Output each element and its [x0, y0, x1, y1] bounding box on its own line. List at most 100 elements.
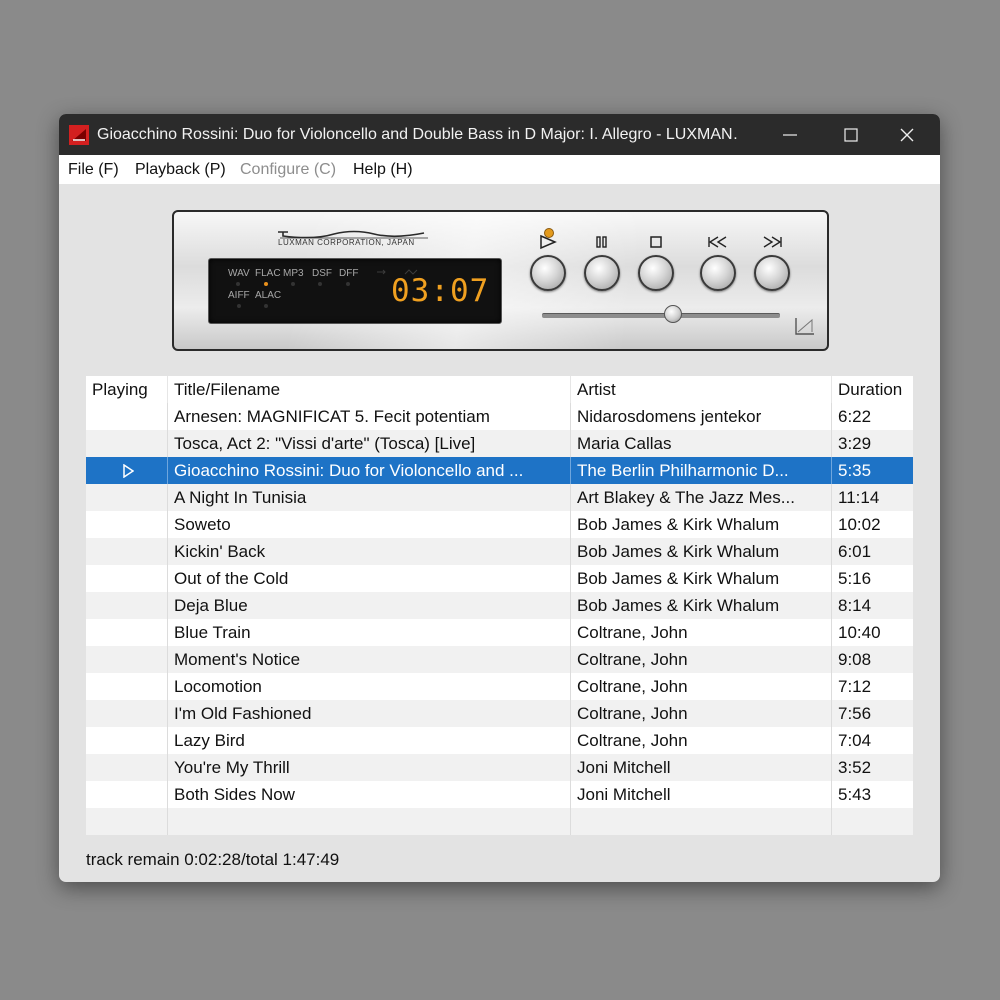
now-playing-icon — [123, 464, 134, 478]
app-window: Gioacchino Rossini: Duo for Violoncello … — [59, 114, 940, 882]
playing-cell — [86, 754, 168, 781]
format-mp3-indicator — [291, 282, 295, 286]
lcd-display: WAV FLAC MP3 DSF DFF AIFF ALAC 03:07 — [208, 258, 502, 324]
close-icon — [900, 128, 914, 142]
table-row[interactable]: Both Sides Now Joni Mitchell 5:43 — [86, 781, 913, 808]
artist-cell: Joni Mitchell — [571, 754, 832, 781]
title-cell: A Night In Tunisia — [168, 484, 571, 511]
playing-cell — [86, 808, 168, 835]
previous-button[interactable] — [700, 255, 736, 291]
duration-cell: 6:01 — [838, 542, 872, 561]
format-dff-indicator — [346, 282, 350, 286]
playing-cell — [86, 457, 168, 484]
artist-cell: Coltrane, John — [571, 700, 832, 727]
column-header-title[interactable]: Title/Filename — [168, 376, 571, 403]
seek-track[interactable] — [542, 313, 780, 318]
column-header-duration[interactable]: Duration — [832, 376, 913, 403]
format-aiff-label: AIFF — [228, 290, 250, 301]
table-row[interactable]: Kickin' Back Bob James & Kirk Whalum 6:01 — [86, 538, 913, 565]
artist-cell: The Berlin Philharmonic D... — [571, 457, 832, 484]
table-row[interactable]: Tosca, Act 2: "Vissi d'arte" (Tosca) [Li… — [86, 430, 913, 457]
maximize-button[interactable] — [821, 114, 881, 155]
previous-icon — [708, 236, 727, 248]
table-row[interactable]: Out of the Cold Bob James & Kirk Whalum 5:… — [86, 565, 913, 592]
elapsed-time: 03:07 — [391, 273, 490, 309]
artist-cell — [571, 808, 832, 835]
playing-cell — [86, 403, 168, 430]
title-bar[interactable]: Gioacchino Rossini: Duo for Violoncello … — [59, 114, 940, 155]
title-cell: Locomotion — [168, 673, 571, 700]
close-button[interactable] — [877, 114, 937, 155]
playing-cell — [86, 484, 168, 511]
duration-cell: 9:08 — [838, 650, 872, 669]
table-row[interactable]: You're My Thrill Joni Mitchell 3:52 — [86, 754, 913, 781]
playing-cell — [86, 646, 168, 673]
format-dsf-indicator — [318, 282, 322, 286]
table-row[interactable]: Deja Blue Bob James & Kirk Whalum 8:14 — [86, 592, 913, 619]
play-button[interactable] — [530, 255, 566, 291]
title-cell: Tosca, Act 2: "Vissi d'arte" (Tosca) [Li… — [168, 430, 571, 457]
window-title: Gioacchino Rossini: Duo for Violoncello … — [97, 126, 737, 143]
artist-cell: Coltrane, John — [571, 619, 832, 646]
pause-button[interactable] — [584, 255, 620, 291]
playing-cell — [86, 781, 168, 808]
luxman-emblem-icon — [795, 318, 814, 335]
table-row[interactable] — [86, 808, 913, 835]
title-cell: Lazy Bird — [168, 727, 571, 754]
title-cell: Soweto — [168, 511, 571, 538]
table-row[interactable]: I'm Old Fashioned Coltrane, John 7:56 — [86, 700, 913, 727]
format-wav-indicator — [236, 282, 240, 286]
table-row-now-playing[interactable]: Gioacchino Rossini: Duo for Violoncello … — [86, 457, 913, 484]
artist-cell: Coltrane, John — [571, 646, 832, 673]
artist-cell: Nidarosdomens jentekor — [571, 403, 832, 430]
next-button[interactable] — [754, 255, 790, 291]
stop-button[interactable] — [638, 255, 674, 291]
title-cell: Out of the Cold — [168, 565, 571, 592]
format-aiff-indicator — [237, 304, 241, 308]
format-flac-label: FLAC — [255, 268, 281, 279]
artist-cell: Coltrane, John — [571, 727, 832, 754]
duration-cell: 11:14 — [838, 488, 880, 507]
menu-file[interactable]: File (F) — [68, 155, 119, 184]
column-header-artist[interactable]: Artist — [571, 376, 832, 403]
menu-playback[interactable]: Playback (P) — [135, 155, 226, 184]
title-cell — [168, 808, 571, 835]
menu-configure[interactable]: Configure (C) — [240, 155, 336, 184]
table-row[interactable]: Arnesen: MAGNIFICAT 5. Fecit potentiam Ni… — [86, 403, 913, 430]
artist-cell: Maria Callas — [571, 430, 832, 457]
title-cell: Moment's Notice — [168, 646, 571, 673]
corporation-label: LUXMAN CORPORATION, JAPAN — [278, 238, 415, 247]
artist-cell: Coltrane, John — [571, 673, 832, 700]
table-row[interactable]: Locomotion Coltrane, John 7:12 — [86, 673, 913, 700]
table-row[interactable]: Soweto Bob James & Kirk Whalum 10:02 — [86, 511, 913, 538]
playing-cell — [86, 565, 168, 592]
duration-cell — [832, 808, 913, 835]
format-mp3-label: MP3 — [283, 268, 304, 279]
title-cell: Deja Blue — [168, 592, 571, 619]
next-icon — [763, 236, 782, 248]
duration-cell: 3:29 — [838, 434, 872, 453]
title-cell: Arnesen: MAGNIFICAT 5. Fecit potentiam — [168, 403, 571, 430]
playlist-table[interactable]: Playing Title/Filename Artist Duration A… — [86, 376, 913, 835]
table-row[interactable]: A Night In Tunisia Art Blakey & The Jazz … — [86, 484, 913, 511]
seek-knob[interactable] — [663, 305, 682, 323]
menu-bar: File (F) Playback (P) Configure (C) Help… — [59, 155, 940, 184]
table-row[interactable]: Lazy Bird Coltrane, John 7:04 — [86, 727, 913, 754]
duration-cell: 3:52 — [838, 758, 872, 777]
duration-cell: 10:40 — [838, 623, 881, 642]
table-row[interactable]: Blue Train Coltrane, John 10:40 — [86, 619, 913, 646]
table-row[interactable]: Moment's Notice Coltrane, John 9:08 — [86, 646, 913, 673]
duration-cell: 10:02 — [838, 515, 881, 534]
duration-cell: 5:16 — [838, 569, 872, 588]
menu-help[interactable]: Help (H) — [353, 155, 413, 184]
minimize-button[interactable] — [760, 114, 820, 155]
column-header-playing[interactable]: Playing — [86, 376, 168, 403]
artist-cell: Art Blakey & The Jazz Mes... — [571, 484, 832, 511]
format-alac-label: ALAC — [255, 290, 282, 301]
status-bar-text: track remain 0:02:28/total 1:47:49 — [86, 850, 340, 869]
playing-cell — [86, 727, 168, 754]
stop-icon — [650, 236, 662, 248]
artist-cell: Bob James & Kirk Whalum — [571, 538, 832, 565]
luxman-app-icon — [69, 125, 89, 145]
duration-cell: 7:56 — [838, 704, 872, 723]
